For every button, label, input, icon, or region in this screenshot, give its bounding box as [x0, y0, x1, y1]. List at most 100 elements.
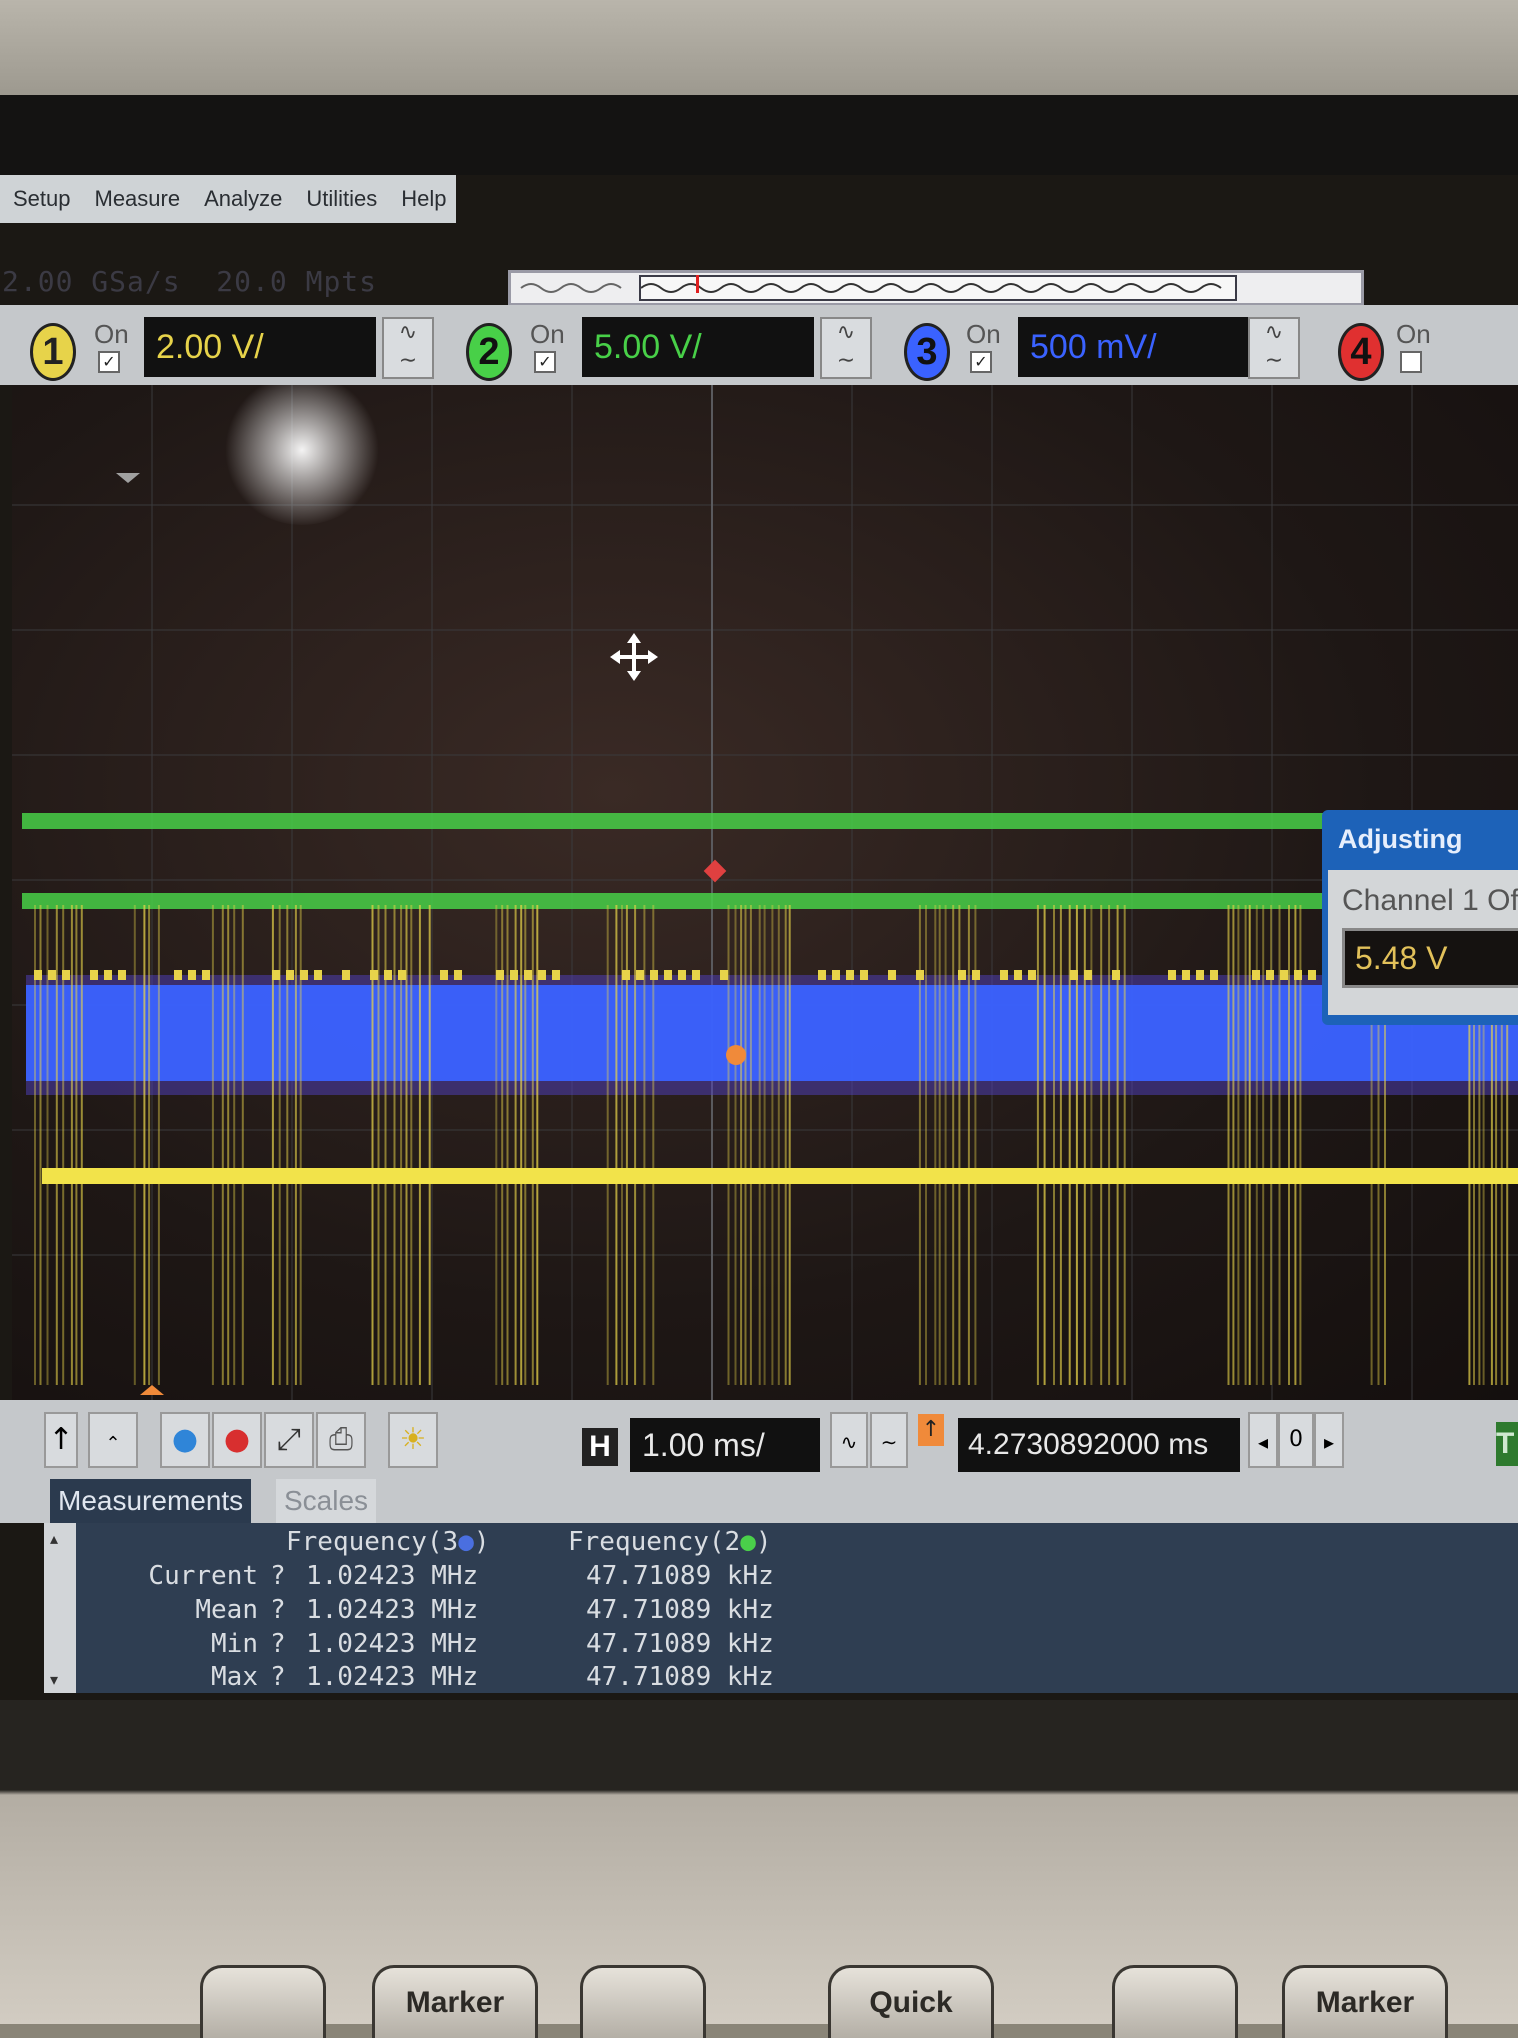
- channel-2-trace-lower: [22, 893, 1518, 909]
- channel-1-ground-marker[interactable]: [140, 1385, 164, 1395]
- row-question: ?: [270, 1595, 286, 1625]
- channel-1-pulse: [784, 905, 787, 1385]
- scroll-stepper[interactable]: ⌃⌄: [88, 1412, 138, 1506]
- col1-title-close: ): [473, 1527, 490, 1557]
- delay-step-value: 0: [1278, 1412, 1314, 1468]
- softkey-left-arrow[interactable]: [200, 1965, 326, 2038]
- channel-4-badge[interactable]: 4: [1338, 323, 1384, 381]
- marker-key-2[interactable]: Marker: [1282, 1965, 1448, 2038]
- menu-help[interactable]: Help: [388, 186, 457, 212]
- channel-1-high-level-dot: [174, 970, 182, 980]
- channel-1-high-level-dot: [678, 970, 686, 980]
- softkey-left-arrow-2[interactable]: [1112, 1965, 1238, 2038]
- horizontal-coupling-b[interactable]: ∼: [870, 1412, 908, 1468]
- trigger-level-marker[interactable]: [116, 473, 140, 483]
- channel-1-high-level-dot: [1014, 970, 1022, 980]
- channel-2-badge[interactable]: 2: [466, 323, 512, 381]
- channel-2-checkbox[interactable]: ✓: [534, 351, 556, 373]
- horizontal-coupling-a[interactable]: ∿: [830, 1412, 868, 1468]
- channel-1-high-level-dot: [398, 970, 406, 980]
- channel-1-trace: [42, 1168, 1518, 1184]
- channel-1-high-level-dot: [370, 970, 378, 980]
- menu-setup[interactable]: Setup: [0, 186, 82, 212]
- channel-1-pulse: [1244, 905, 1247, 1385]
- menu-measure[interactable]: Measure: [82, 186, 192, 212]
- stop-button[interactable]: ●: [212, 1412, 262, 1468]
- channel-3-badge[interactable]: 3: [904, 323, 950, 381]
- row-value-1: 1.02423 MHz: [306, 1662, 479, 1692]
- delay-value[interactable]: 4.2730892000 ms: [958, 1418, 1240, 1472]
- measurements-scrollbar[interactable]: ▴ ▾: [44, 1523, 76, 1693]
- channel-1-checkbox[interactable]: ✓: [98, 351, 120, 373]
- channel-1-high-level-dot: [958, 970, 966, 980]
- channel-1-pulse: [520, 905, 523, 1385]
- menu-analyze[interactable]: Analyze: [191, 186, 293, 212]
- channel-3-reference-marker: [726, 1045, 746, 1065]
- channel-3-coupling-button[interactable]: ∿ ∼: [1248, 317, 1300, 379]
- row-value-1: 1.02423 MHz: [306, 1629, 479, 1659]
- trigger-tab[interactable]: T: [1496, 1422, 1518, 1466]
- channel-1-pulse: [1237, 905, 1240, 1385]
- scroll-up-icon[interactable]: ▴: [50, 1529, 58, 1548]
- channel-1-high-level-dot: [300, 970, 308, 980]
- channel-3-scale[interactable]: 500 mV/: [1018, 317, 1250, 377]
- channel-1-pulse: [221, 905, 224, 1385]
- scroll-down-icon[interactable]: ▾: [50, 1670, 58, 1689]
- menu-bar: Setup Measure Analyze Utilities Help: [0, 175, 456, 223]
- channel-1-high-level-dot: [510, 970, 518, 980]
- channel-1-pulse: [944, 905, 947, 1385]
- overview-window-wave-icon: [641, 283, 1222, 293]
- channel-1-high-level-dot: [1266, 970, 1274, 980]
- channel-1-pulse: [418, 905, 421, 1385]
- waveform-overview-bar[interactable]: [508, 270, 1364, 306]
- brightness-button[interactable]: ☀: [388, 1412, 438, 1468]
- row-label: Current: [148, 1561, 258, 1591]
- channel-2-dot-icon: ●: [740, 1527, 756, 1557]
- softkey-right-arrow[interactable]: [580, 1965, 706, 2038]
- channel-3-checkbox[interactable]: ✓: [970, 351, 992, 373]
- autoscale-icon: ⤢: [277, 1422, 301, 1457]
- channel-2-scale[interactable]: 5.00 V/: [582, 317, 814, 377]
- measurements-panel: [44, 1523, 1518, 1693]
- tab-scales[interactable]: Scales: [276, 1479, 377, 1523]
- coupling-icon: ∿ ∼: [398, 320, 418, 373]
- tab-measurements[interactable]: Measurements: [50, 1479, 252, 1523]
- channel-1-pulse: [75, 905, 78, 1385]
- overview-window[interactable]: [639, 275, 1237, 301]
- row-label: Min: [211, 1629, 258, 1659]
- channel-2-trace-upper: [22, 813, 1518, 829]
- channel-1-high-level-dot: [524, 970, 532, 980]
- quick-key[interactable]: Quick: [828, 1965, 994, 2038]
- timebase-value[interactable]: 1.00 ms/: [630, 1418, 820, 1472]
- delay-right-button[interactable]: ▸: [1314, 1412, 1344, 1468]
- channel-1-pulse: [763, 905, 766, 1385]
- channel-1-high-level-dot: [1308, 970, 1316, 980]
- channel-1-pulse: [148, 905, 151, 1385]
- channel-2-reference-marker: [703, 859, 727, 883]
- channel-1-high-level-dot: [832, 970, 840, 980]
- row-value-2: 47.71089 kHz: [586, 1629, 774, 1659]
- marker-key[interactable]: Marker: [372, 1965, 538, 2038]
- channel-1-high-level-dot: [1112, 970, 1120, 980]
- channel-1-badge[interactable]: 1: [30, 323, 76, 381]
- channel-1-coupling-button[interactable]: ∿ ∼: [382, 317, 434, 379]
- waveform-display[interactable]: Adjusting Channel 1 Off 5.48 V: [12, 385, 1518, 1400]
- row-label: Max: [211, 1662, 258, 1692]
- channel-2-coupling-button[interactable]: ∿ ∼: [820, 317, 872, 379]
- channel-1-pulse: [143, 905, 146, 1385]
- channel-3-on-label: On: [966, 319, 1001, 349]
- adjusting-value[interactable]: 5.48 V: [1342, 928, 1518, 988]
- print-button[interactable]: ⎙: [316, 1412, 366, 1468]
- channel-1-pulse: [606, 905, 609, 1385]
- oscilloscope-screen: Setup Measure Analyze Utilities Help 2.0…: [0, 175, 1518, 1700]
- overview-trigger-marker: [696, 275, 699, 293]
- arrow-up-button[interactable]: ↑: [44, 1412, 78, 1468]
- channel-1-scale[interactable]: 2.00 V/: [144, 317, 376, 377]
- channel-4-checkbox[interactable]: [1400, 351, 1422, 373]
- delay-left-button[interactable]: ◂: [1248, 1412, 1278, 1468]
- run-button[interactable]: ●: [160, 1412, 210, 1468]
- menu-utilities[interactable]: Utilities: [293, 186, 388, 212]
- autoscale-button[interactable]: ⤢: [264, 1412, 314, 1468]
- channel-1-high-level-dot: [314, 970, 322, 980]
- channel-1-pulse: [925, 905, 927, 1385]
